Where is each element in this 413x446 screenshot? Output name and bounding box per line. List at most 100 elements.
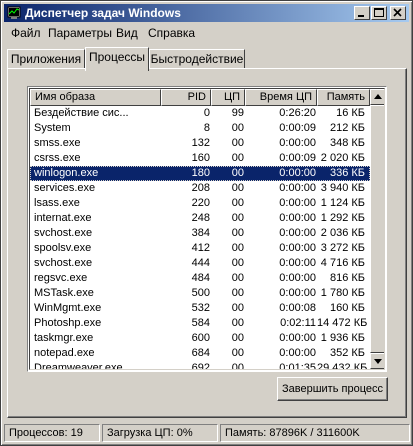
process-name: svchost.exe <box>34 227 93 239</box>
process-row[interactable]: notepad.exe 684 00 0:00:00 352 КБ <box>30 346 370 361</box>
process-cpu-time: 0:01:35 <box>279 362 316 370</box>
process-list[interactable]: Имя образа PID ЦП Время ЦП Память Бездей… <box>27 86 387 372</box>
process-row[interactable]: winlogon.exe 180 00 0:00:00 336 КБ <box>30 166 370 181</box>
process-name: services.exe <box>34 182 96 194</box>
process-row[interactable]: WinMgmt.exe 532 00 0:00:08 160 КБ <box>30 301 370 316</box>
process-pid: 600 <box>191 332 210 344</box>
column-header-pid[interactable]: PID <box>161 89 211 106</box>
close-button[interactable] <box>390 6 406 20</box>
end-process-button[interactable]: Завершить процесс <box>277 377 388 401</box>
process-memory: 3 940 КБ <box>320 182 365 194</box>
process-cpu-time: 0:00:00 <box>279 137 316 149</box>
process-cpu: 00 <box>231 197 244 209</box>
process-name: taskmgr.exe <box>34 332 94 344</box>
menu-options[interactable]: Параметры <box>48 26 112 40</box>
process-pid: 484 <box>191 272 210 284</box>
process-memory: 160 КБ <box>329 302 365 314</box>
scroll-down-button[interactable] <box>370 353 384 369</box>
process-memory: 1 124 КБ <box>320 197 365 209</box>
process-memory: 352 КБ <box>329 347 365 359</box>
process-memory: 1 936 КБ <box>320 332 365 344</box>
process-row[interactable]: internat.exe 248 00 0:00:00 1 292 КБ <box>30 211 370 226</box>
process-memory: 2 036 КБ <box>320 227 365 239</box>
process-memory: 212 КБ <box>329 122 365 134</box>
menu-view[interactable]: Вид <box>116 26 138 40</box>
process-pid: 132 <box>191 137 210 149</box>
title-bar[interactable]: Диспетчер задач Windows <box>4 4 409 22</box>
process-name: spoolsv.exe <box>34 242 92 254</box>
process-cpu-time: 0:00:00 <box>279 227 316 239</box>
process-cpu-time: 0:00:00 <box>279 212 316 224</box>
process-cpu-time: 0:00:08 <box>279 302 316 314</box>
process-row[interactable]: Dreamweaver.exe 692 00 0:01:35 29 432 КБ <box>30 361 370 370</box>
process-row[interactable]: svchost.exe 384 00 0:00:00 2 036 КБ <box>30 226 370 241</box>
process-row[interactable]: Photoshp.exe 584 00 0:02:11 14 472 КБ <box>30 316 370 331</box>
menu-bar: Файл Параметры Вид Справка <box>4 23 409 42</box>
maximize-button[interactable] <box>371 6 387 20</box>
process-cpu: 00 <box>231 302 244 314</box>
menu-file[interactable]: Файл <box>11 26 41 40</box>
process-pid: 180 <box>191 167 210 179</box>
process-pid: 692 <box>191 362 210 370</box>
process-row[interactable]: Бездействие сис... 0 99 0:26:20 16 КБ <box>30 106 370 121</box>
process-row[interactable]: taskmgr.exe 600 00 0:00:00 1 936 КБ <box>30 331 370 346</box>
tab-processes[interactable]: Процессы <box>85 47 149 71</box>
process-pid: 384 <box>191 227 210 239</box>
process-cpu-time: 0:00:09 <box>279 152 316 164</box>
scroll-thumb[interactable] <box>370 105 384 353</box>
process-cpu-time: 0:00:00 <box>279 167 316 179</box>
process-cpu-time: 0:00:09 <box>279 122 316 134</box>
process-row[interactable]: System 8 00 0:00:09 212 КБ <box>30 121 370 136</box>
process-name: Dreamweaver.exe <box>34 362 123 370</box>
process-row[interactable]: regsvc.exe 484 00 0:00:00 816 КБ <box>30 271 370 286</box>
process-memory: 4 716 КБ <box>320 257 365 269</box>
process-pid: 160 <box>191 152 210 164</box>
process-cpu: 00 <box>231 347 244 359</box>
process-row[interactable]: lsass.exe 220 00 0:00:00 1 124 КБ <box>30 196 370 211</box>
process-row[interactable]: spoolsv.exe 412 00 0:00:00 3 272 КБ <box>30 241 370 256</box>
column-header-cpu[interactable]: ЦП <box>211 89 245 106</box>
process-cpu: 00 <box>231 122 244 134</box>
column-header-image-name[interactable]: Имя образа <box>30 89 161 106</box>
process-cpu: 99 <box>231 107 244 119</box>
maximize-icon <box>374 8 384 17</box>
process-cpu: 00 <box>231 272 244 284</box>
process-row[interactable]: services.exe 208 00 0:00:00 3 940 КБ <box>30 181 370 196</box>
task-manager-window: Диспетчер задач Windows Файл Параметры В… <box>0 0 413 446</box>
process-cpu-time: 0:00:00 <box>279 287 316 299</box>
process-row[interactable]: MSTask.exe 500 00 0:00:00 1 780 КБ <box>30 286 370 301</box>
process-memory: 1 292 КБ <box>320 212 365 224</box>
column-header-memory[interactable]: Память <box>317 89 370 106</box>
process-name: Бездействие сис... <box>34 107 129 119</box>
process-row[interactable]: csrss.exe 160 00 0:00:09 2 020 КБ <box>30 151 370 166</box>
arrow-down-icon <box>374 359 382 364</box>
process-cpu: 00 <box>231 317 244 329</box>
close-icon <box>393 8 402 17</box>
process-row[interactable]: smss.exe 132 00 0:00:00 348 КБ <box>30 136 370 151</box>
scroll-up-button[interactable] <box>370 89 384 105</box>
column-header-cpu-time[interactable]: Время ЦП <box>245 89 317 106</box>
tab-performance[interactable]: Быстродействие <box>149 49 245 69</box>
arrow-up-icon <box>374 94 382 99</box>
process-memory: 29 432 КБ <box>317 362 368 370</box>
process-memory: 816 КБ <box>329 272 365 284</box>
process-cpu: 00 <box>231 182 244 194</box>
menu-help[interactable]: Справка <box>148 26 195 40</box>
process-pid: 220 <box>191 197 210 209</box>
process-name: winlogon.exe <box>34 167 99 179</box>
process-name: lsass.exe <box>34 197 80 209</box>
minimize-icon <box>358 15 364 17</box>
minimize-button[interactable] <box>354 6 370 20</box>
process-pid: 208 <box>191 182 210 194</box>
process-name: notepad.exe <box>34 347 95 359</box>
process-memory: 2 020 КБ <box>320 152 365 164</box>
process-cpu: 00 <box>231 242 244 254</box>
process-row[interactable]: svchost.exe 444 00 0:00:00 4 716 КБ <box>30 256 370 271</box>
vertical-scrollbar[interactable] <box>370 89 384 369</box>
process-cpu: 00 <box>231 332 244 344</box>
tab-applications[interactable]: Приложения <box>7 49 85 69</box>
process-name: WinMgmt.exe <box>34 302 102 314</box>
process-name: internat.exe <box>34 212 92 224</box>
process-memory: 336 КБ <box>329 167 365 179</box>
process-memory: 16 КБ <box>336 107 365 119</box>
